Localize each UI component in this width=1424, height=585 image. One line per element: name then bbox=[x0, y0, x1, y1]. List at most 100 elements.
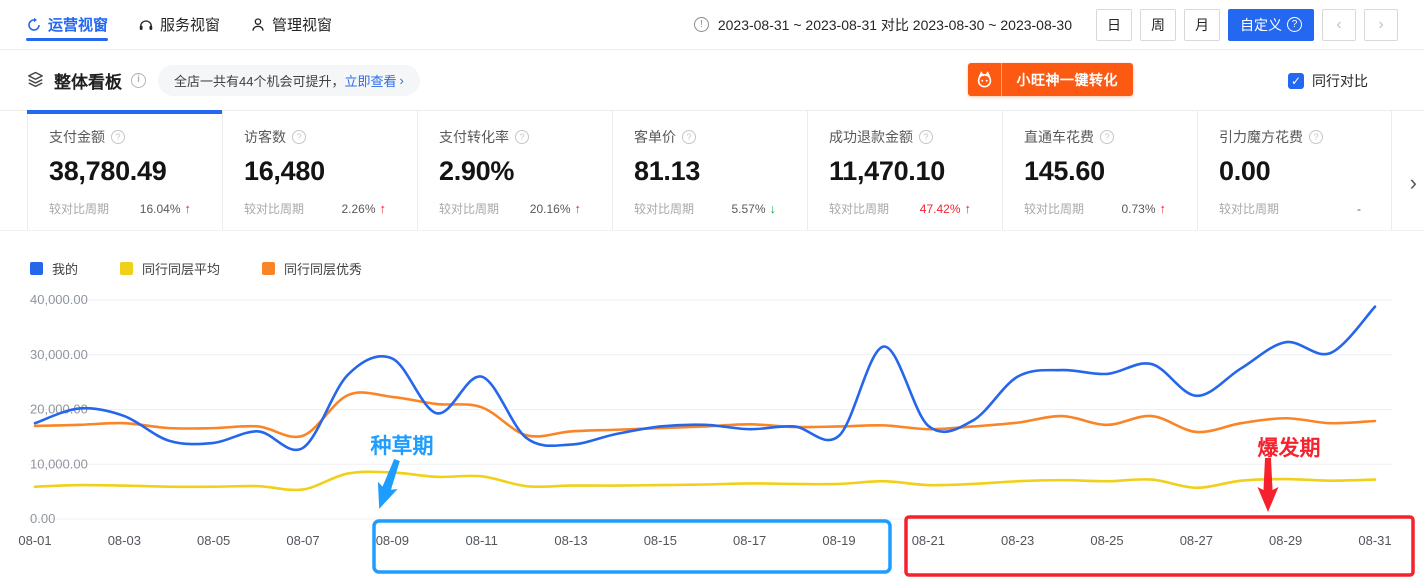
metric-card[interactable]: 访客数 ? 16,480 较对比周期 2.26% ↑ bbox=[222, 111, 417, 230]
opportunity-text: 全店一共有44个机会可提升， bbox=[174, 71, 344, 90]
metric-value: 16,480 bbox=[244, 156, 417, 187]
period-day-button[interactable]: 日 bbox=[1096, 9, 1132, 41]
question-icon[interactable]: ? bbox=[1100, 130, 1114, 144]
date-range: ! 2023-08-31 ~ 2023-08-31 对比 2023-08-30 … bbox=[694, 15, 1072, 35]
tab-label: 服务视窗 bbox=[160, 14, 220, 35]
question-icon[interactable]: ? bbox=[515, 130, 529, 144]
metric-value: 0.00 bbox=[1219, 156, 1391, 187]
peer-compare-label: 同行对比 bbox=[1312, 71, 1368, 91]
headset-icon bbox=[138, 17, 154, 33]
legend-label: 同行同层平均 bbox=[142, 259, 220, 278]
compare-label: 较对比周期 bbox=[439, 200, 499, 217]
y-axis-tick: 0.00 bbox=[30, 511, 55, 526]
metric-value: 38,780.49 bbox=[49, 156, 222, 187]
custom-help-icon: ? bbox=[1287, 17, 1302, 32]
tab-management-view[interactable]: 管理视窗 bbox=[250, 0, 332, 50]
metric-card[interactable]: 直通车花费 ? 145.60 较对比周期 0.73% ↑ bbox=[1002, 111, 1197, 230]
metric-title-row: 支付金额 ? bbox=[49, 127, 222, 147]
tab-operation-view[interactable]: 运营视窗 bbox=[26, 0, 108, 50]
layers-icon bbox=[26, 71, 45, 89]
metric-title-row: 成功退款金额 ? bbox=[829, 127, 1002, 147]
legend-swatch bbox=[30, 262, 43, 275]
next-period-button[interactable]: › bbox=[1364, 9, 1398, 41]
metric-card[interactable]: 引力魔方花费 ? 0.00 较对比周期 - bbox=[1197, 111, 1392, 230]
metric-card[interactable]: 客单价 ? 81.13 较对比周期 5.57% ↓ bbox=[612, 111, 807, 230]
annotation-box bbox=[906, 517, 1413, 575]
metric-label: 成功退款金额 bbox=[829, 127, 913, 147]
metric-card[interactable]: 成功退款金额 ? 11,470.10 较对比周期 47.42% ↑ bbox=[807, 111, 1002, 230]
change-value: 5.57% bbox=[731, 202, 765, 216]
annotation-text: 爆发期 bbox=[1258, 436, 1321, 460]
question-icon[interactable]: ? bbox=[919, 130, 933, 144]
metric-compare-row: 较对比周期 47.42% ↑ bbox=[829, 200, 971, 217]
board-header: 整体看板 i 全店一共有44个机会可提升， 立即查看 › 小旺神一键转化 ✓ 同… bbox=[0, 51, 1424, 109]
date-range-text: 2023-08-31 ~ 2023-08-31 对比 2023-08-30 ~ … bbox=[718, 15, 1072, 35]
change-arrow-icon: ↑ bbox=[1160, 201, 1167, 216]
change-value: 16.04% bbox=[140, 202, 181, 216]
prev-period-button[interactable]: ‹ bbox=[1322, 9, 1356, 41]
peer-compare-checkbox[interactable]: ✓ bbox=[1288, 73, 1304, 89]
tab-service-view[interactable]: 服务视窗 bbox=[138, 0, 220, 50]
tab-label: 运营视窗 bbox=[48, 14, 108, 35]
page-title-text: 整体看板 bbox=[54, 68, 122, 93]
period-month-button[interactable]: 月 bbox=[1184, 9, 1220, 41]
annotation-text: 种草期 bbox=[370, 435, 434, 458]
metric-label: 访客数 bbox=[244, 127, 286, 147]
x-axis-tick: 08-29 bbox=[1269, 533, 1302, 548]
question-icon[interactable]: ? bbox=[682, 130, 696, 144]
x-axis-tick: 08-09 bbox=[376, 533, 409, 548]
question-icon[interactable]: ? bbox=[1309, 130, 1323, 144]
annotation-arrow-icon bbox=[1258, 458, 1279, 512]
more-metrics-button[interactable]: › bbox=[1410, 170, 1417, 196]
monitor-refresh-icon bbox=[26, 17, 42, 33]
x-axis-tick: 08-21 bbox=[912, 533, 945, 548]
one-click-convert-label: 小旺神一键转化 bbox=[1002, 70, 1134, 90]
opportunity-link-label: 立即查看 bbox=[344, 71, 396, 90]
metric-compare-row: 较对比周期 20.16% ↑ bbox=[439, 200, 581, 217]
trend-chart-svg: 40,000.0030,000.0020,000.0010,000.000.00… bbox=[0, 290, 1424, 580]
legend-item[interactable]: 同行同层优秀 bbox=[262, 259, 362, 278]
y-axis-tick: 10,000.00 bbox=[30, 456, 88, 471]
compare-label: 较对比周期 bbox=[634, 200, 694, 217]
change-value: - bbox=[1357, 202, 1361, 216]
period-week-button[interactable]: 周 bbox=[1140, 9, 1176, 41]
metric-cards: 支付金额 ? 38,780.49 较对比周期 16.04% ↑ 访客数 ? 16… bbox=[0, 110, 1424, 231]
question-icon[interactable]: ? bbox=[111, 130, 125, 144]
compare-label: 较对比周期 bbox=[49, 200, 109, 217]
legend-swatch bbox=[262, 262, 275, 275]
custom-period-button[interactable]: 自定义 ? bbox=[1228, 9, 1314, 41]
x-axis-tick: 08-11 bbox=[466, 533, 498, 548]
series-line-2 bbox=[35, 392, 1375, 437]
question-icon[interactable]: ? bbox=[292, 130, 306, 144]
legend-swatch bbox=[120, 262, 133, 275]
legend-item[interactable]: 同行同层平均 bbox=[120, 259, 220, 278]
metric-card[interactable]: 支付转化率 ? 2.90% 较对比周期 20.16% ↑ bbox=[417, 111, 612, 230]
compare-label: 较对比周期 bbox=[1219, 200, 1279, 217]
metric-compare-row: 较对比周期 2.26% ↑ bbox=[244, 200, 386, 217]
annotation-box bbox=[374, 521, 890, 572]
x-axis-tick: 08-07 bbox=[286, 533, 319, 548]
x-axis-tick: 08-27 bbox=[1180, 533, 1213, 548]
metric-card[interactable]: 支付金额 ? 38,780.49 较对比周期 16.04% ↑ bbox=[27, 111, 222, 230]
one-click-convert-button[interactable]: 小旺神一键转化 bbox=[968, 63, 1134, 96]
change-arrow-icon: ↓ bbox=[770, 201, 777, 216]
change-arrow-icon: ↑ bbox=[185, 201, 192, 216]
peer-compare-toggle: ✓ 同行对比 bbox=[1288, 71, 1368, 91]
opportunity-link[interactable]: 立即查看 › bbox=[344, 71, 403, 90]
x-axis-tick: 08-19 bbox=[822, 533, 855, 548]
annotation-arrow-icon bbox=[369, 456, 407, 512]
metric-value: 11,470.10 bbox=[829, 156, 1002, 187]
metric-label: 引力魔方花费 bbox=[1219, 127, 1303, 147]
metric-label: 支付转化率 bbox=[439, 127, 509, 147]
board-info-icon[interactable]: i bbox=[131, 73, 146, 88]
metric-title-row: 直通车花费 ? bbox=[1024, 127, 1197, 147]
legend-item[interactable]: 我的 bbox=[30, 259, 78, 278]
series-line-1 bbox=[35, 472, 1375, 490]
legend-label: 我的 bbox=[52, 259, 78, 278]
metric-label: 直通车花费 bbox=[1024, 127, 1094, 147]
change-value: 20.16% bbox=[530, 202, 571, 216]
date-controls: ! 2023-08-31 ~ 2023-08-31 对比 2023-08-30 … bbox=[694, 9, 1398, 41]
compare-label: 较对比周期 bbox=[1024, 200, 1084, 217]
metric-title-row: 客单价 ? bbox=[634, 127, 807, 147]
metric-value: 145.60 bbox=[1024, 156, 1197, 187]
